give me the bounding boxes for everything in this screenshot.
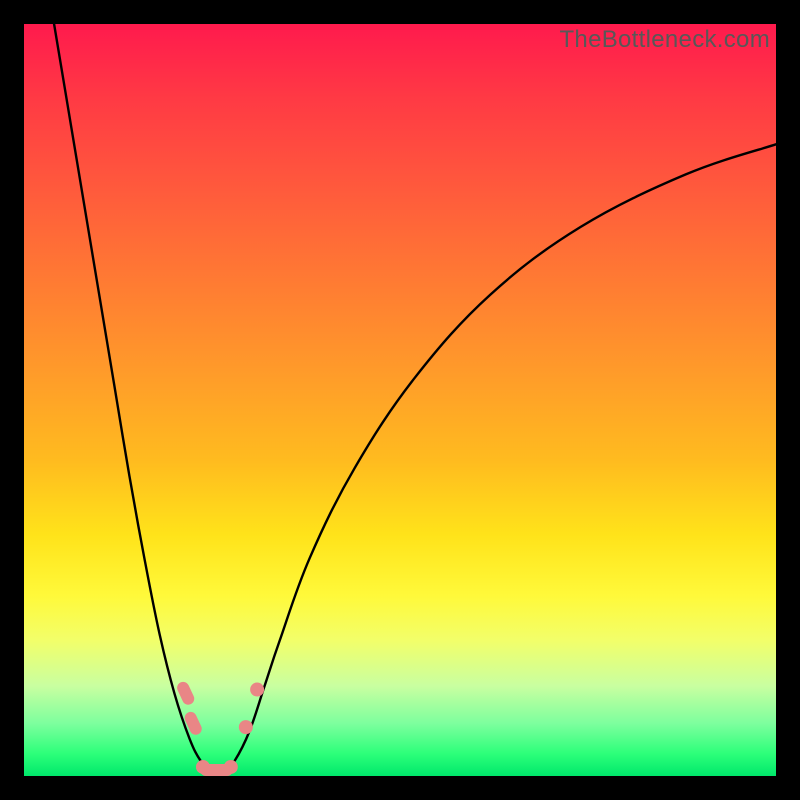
bottleneck-curve-svg	[24, 24, 776, 776]
curve-marker	[224, 760, 238, 774]
curve-marker	[239, 720, 253, 734]
bottleneck-curve-path	[54, 24, 776, 774]
chart-frame: TheBottleneck.com	[24, 24, 776, 776]
watermark-text: TheBottleneck.com	[559, 26, 770, 54]
marker-group	[175, 680, 264, 776]
curve-marker	[250, 683, 264, 697]
curve-marker	[183, 710, 204, 737]
